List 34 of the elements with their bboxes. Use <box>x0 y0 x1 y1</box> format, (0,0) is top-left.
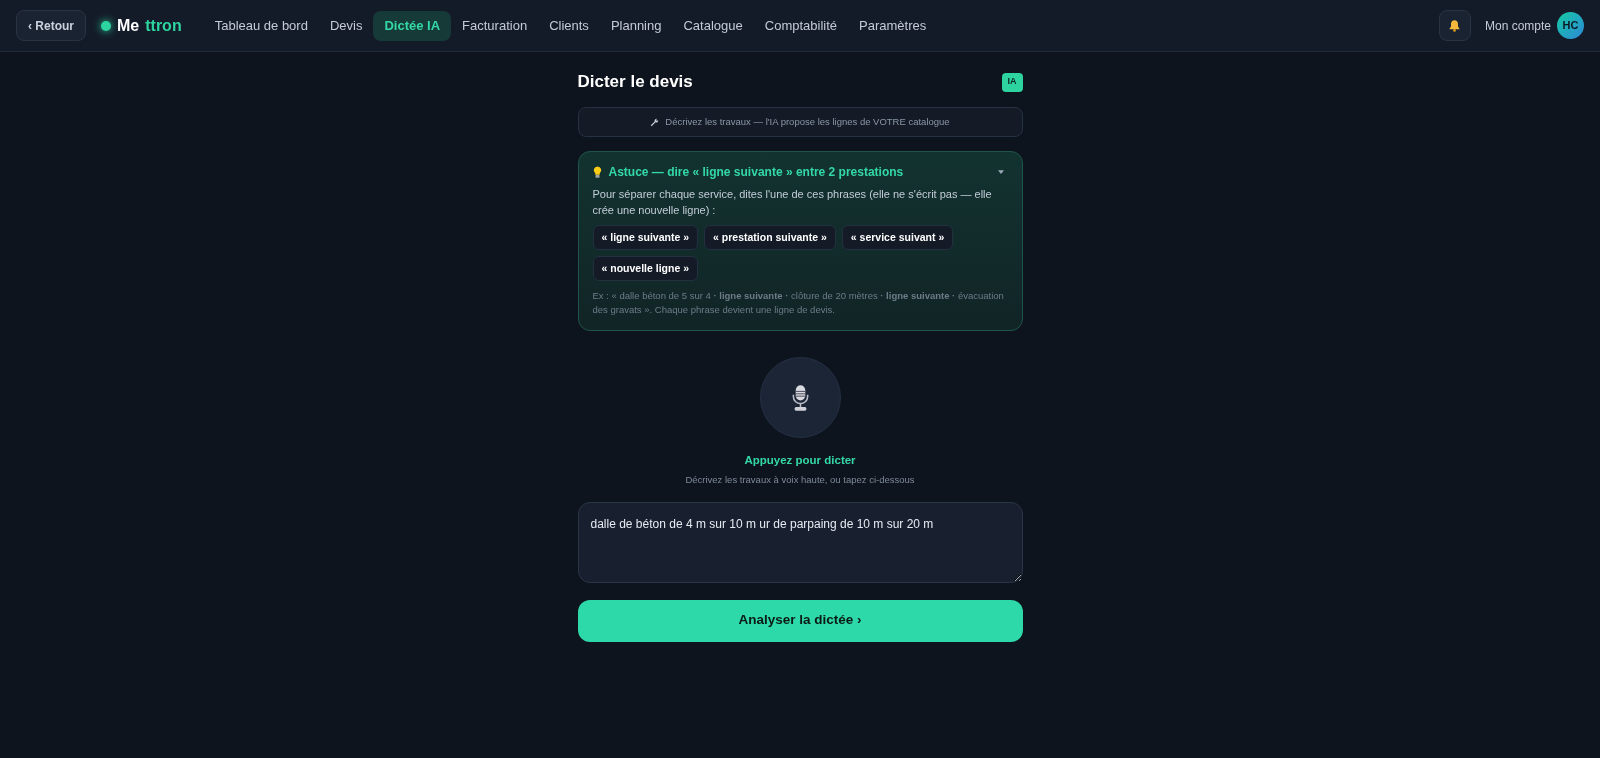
nav-tab[interactable]: Facturation <box>451 10 539 41</box>
dictate-hint: Décrivez les travaux à voix haute, ou tapez ci-dessous <box>685 473 915 488</box>
info-text: Décrivez les travaux — l'IA propose les lignes de VOTRE catalogue <box>665 114 950 129</box>
phrase-chip: « ligne suivante » <box>592 225 699 250</box>
logo-text: Me <box>117 15 140 36</box>
dictate-prompt: Appuyez pour dicter <box>744 453 856 468</box>
page-title: Dicter le devis <box>577 71 693 94</box>
logo-text: ttron <box>145 15 182 36</box>
nav-tab[interactable]: Paramètres <box>848 10 938 41</box>
nav-tab[interactable]: Tableau de bord <box>203 10 319 41</box>
caret-icon[interactable] <box>997 170 1004 174</box>
nav-tab[interactable]: Dictée IA <box>373 10 452 41</box>
example-text: Ex : « dalle béton de 5 sur 4 · ligne suivante · clôture de 20 mètres · ligne suivante · évacuation des gravats ». Chaque phrase devient une ligne de devis. <box>592 289 1005 317</box>
nav-tab[interactable]: Devis <box>318 10 374 41</box>
phrase-chip: « prestation suivante » <box>704 225 836 250</box>
tip-text: Pour séparer chaque service, dites l'une de ces phrases (elle ne s'écrit pas — elle crée une nouvelle ligne) : <box>592 187 993 218</box>
phrase-chip: « service suivant » <box>841 225 954 250</box>
microphone-icon <box>790 383 810 412</box>
nav-tab[interactable]: Clients <box>538 10 600 41</box>
account-link[interactable]: Mon compte <box>1484 16 1551 35</box>
notifications-button[interactable] <box>1438 10 1471 41</box>
back-button[interactable]: ‹ Retour <box>16 10 86 41</box>
lightbulb-icon <box>592 166 602 178</box>
dictation-textarea[interactable]: dalle de béton de 4 m sur 10 m ur de parpaing de 10 m sur 20 m <box>577 501 1023 583</box>
ai-badge: IA <box>1001 72 1023 92</box>
nav-tab[interactable]: Catalogue <box>672 10 754 41</box>
phrase-chip: « nouvelle ligne » <box>592 256 699 281</box>
nav-tab[interactable]: Planning <box>599 10 673 41</box>
wrench-icon <box>650 117 660 127</box>
nav-tab[interactable]: Comptabilité <box>753 10 849 41</box>
bell-icon <box>1448 19 1462 32</box>
analyze-button[interactable]: Analyser la dictée › <box>577 599 1023 642</box>
avatar[interactable]: HC <box>1557 12 1584 39</box>
tip-title: Astuce — dire « ligne suivante » entre 2 prestations <box>608 164 904 181</box>
